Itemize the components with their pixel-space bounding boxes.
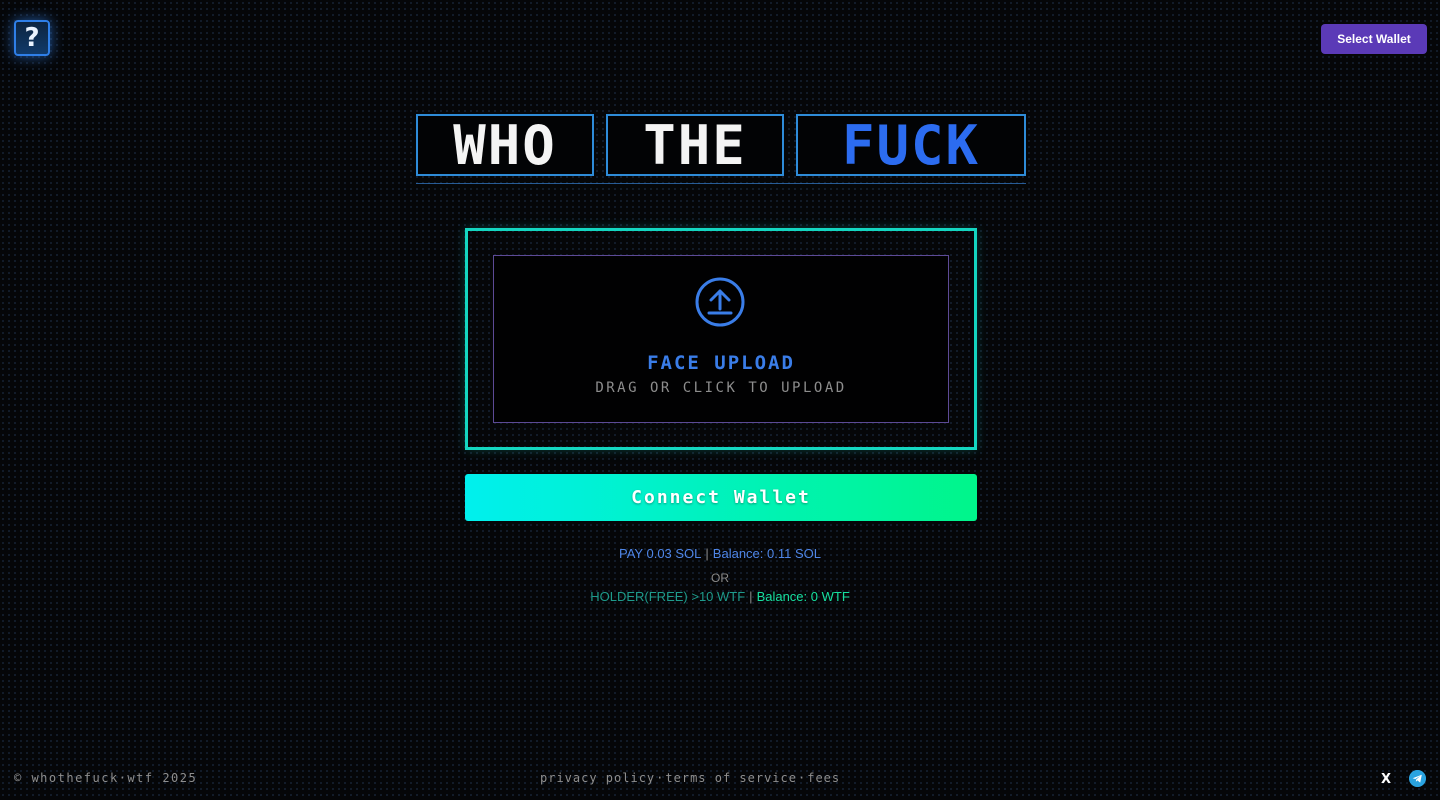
upload-arrow-icon	[695, 277, 745, 327]
upload-subtitle: DRAG OR CLICK TO UPLOAD	[595, 380, 847, 396]
question-mark-icon: ?	[24, 23, 40, 53]
title-word-who: WHO	[416, 114, 594, 177]
or-divider: OR	[711, 571, 729, 585]
footer-copyright: © whothefuck·wtf 2025	[14, 771, 198, 785]
select-wallet-button[interactable]: Select Wallet	[1321, 24, 1427, 54]
connect-wallet-button[interactable]: Connect Wallet	[465, 474, 977, 521]
pay-info: PAY 0.03 SOL | Balance: 0.11 SOL	[0, 546, 1440, 561]
upload-title: FACE UPLOAD	[647, 352, 795, 374]
face-upload-dropzone[interactable]: FACE UPLOAD DRAG OR CLICK TO UPLOAD	[493, 255, 949, 423]
title-word-the: THE	[606, 114, 784, 177]
footer-links: privacy policy·terms of service·fees	[540, 771, 840, 785]
pay-separator: |	[705, 546, 709, 561]
wtf-balance: Balance: 0 WTF	[756, 589, 850, 604]
terms-of-service-link[interactable]: terms of service	[665, 771, 797, 785]
sol-balance: Balance: 0.11 SOL	[712, 546, 821, 561]
page-title: WHO THE FUCK	[416, 114, 1026, 178]
fees-link[interactable]: fees	[807, 771, 840, 785]
title-word-fuck: FUCK	[796, 114, 1026, 177]
holder-separator: |	[749, 589, 753, 604]
footer-separator: ·	[656, 771, 665, 785]
x-icon[interactable]: X	[1377, 770, 1395, 788]
pay-text: PAY 0.03 SOL	[619, 546, 702, 561]
site-logo[interactable]: ?	[14, 20, 50, 56]
footer-separator: ·	[797, 771, 807, 785]
privacy-policy-link[interactable]: privacy policy	[540, 771, 655, 785]
holder-info: HOLDER(FREE) >10 WTF | Balance: 0 WTF	[0, 589, 1440, 604]
title-underline	[416, 183, 1026, 184]
holder-text: HOLDER(FREE) >10 WTF	[590, 589, 746, 604]
telegram-icon[interactable]	[1409, 770, 1426, 787]
